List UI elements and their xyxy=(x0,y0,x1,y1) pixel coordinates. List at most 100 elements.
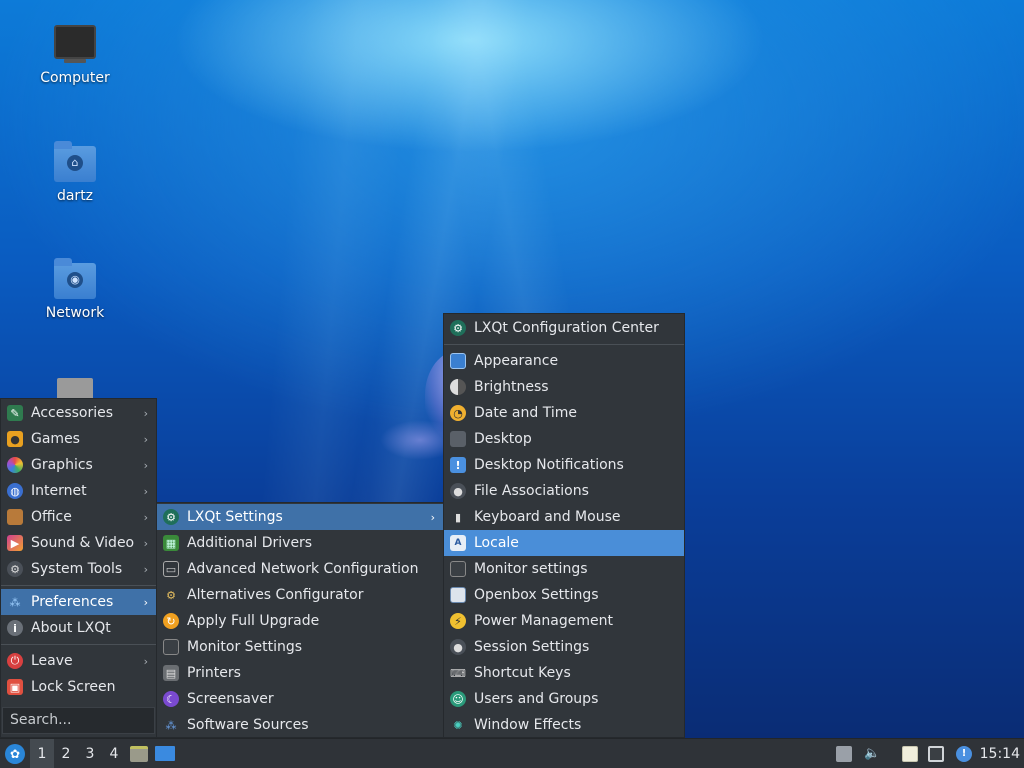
menu-item-leave[interactable]: ⏻ Leave › xyxy=(1,648,156,674)
menu-item-desktop[interactable]: Desktop xyxy=(444,426,684,452)
clock[interactable]: 15:14 xyxy=(980,739,1020,768)
network-folder-icon: ◉ xyxy=(54,258,96,299)
menu-item-monitor-settings-lxqt[interactable]: Monitor settings xyxy=(444,556,684,582)
menu-item-config-center[interactable]: ⚙ LXQt Configuration Center xyxy=(444,315,684,341)
appearance-icon xyxy=(450,353,466,369)
accessories-icon: ✎ xyxy=(7,405,23,421)
menu-item-label: About LXQt xyxy=(31,620,111,636)
menu-item-about[interactable]: i About LXQt xyxy=(1,615,156,641)
menu-item-label: LXQt Configuration Center xyxy=(474,320,659,336)
menu-item-office[interactable]: Office › xyxy=(1,504,156,530)
menu-item-label: Printers xyxy=(187,665,241,681)
menu-item-label: Window Effects xyxy=(474,717,582,733)
menu-item-label: Apply Full Upgrade xyxy=(187,613,320,629)
chevron-right-icon: › xyxy=(143,510,148,524)
menu-item-label: Internet xyxy=(31,483,87,499)
clock-icon: ◔ xyxy=(450,405,466,421)
menu-item-session-settings[interactable]: ● Session Settings xyxy=(444,634,684,660)
menu-item-system-tools[interactable]: ⚙ System Tools › xyxy=(1,556,156,582)
desktop-switch-3[interactable]: 3 xyxy=(78,739,102,768)
menu-item-graphics[interactable]: Graphics › xyxy=(1,452,156,478)
menu-item-games[interactable]: ● Games › xyxy=(1,426,156,452)
menu-item-screensaver[interactable]: ☾ Screensaver xyxy=(157,686,443,712)
menu-item-label: Openbox Settings xyxy=(474,587,599,603)
chevron-right-icon: › xyxy=(143,654,148,668)
menu-item-printers[interactable]: ▤ Printers xyxy=(157,660,443,686)
menu-item-label: LXQt Settings xyxy=(187,509,283,525)
update-notifier-icon[interactable]: ! xyxy=(956,746,972,762)
desktop-icon-home[interactable]: ⌂ dartz xyxy=(25,141,125,204)
menu-item-label: Monitor Settings xyxy=(187,639,303,655)
menu-item-label: Sound & Video xyxy=(31,535,135,551)
menu-item-label: Graphics xyxy=(31,457,93,473)
menu-item-advanced-network[interactable]: ▭ Advanced Network Configuration xyxy=(157,556,443,582)
menu-item-openbox-settings[interactable]: Openbox Settings xyxy=(444,582,684,608)
menu-item-alternatives[interactable]: ⚙ Alternatives Configurator xyxy=(157,582,443,608)
menu-item-label: Accessories xyxy=(31,405,114,421)
desktop-icon xyxy=(450,431,466,447)
alternatives-icon: ⚙ xyxy=(166,588,176,602)
menu-item-lxqt-settings[interactable]: ⚙ LXQt Settings › xyxy=(157,504,443,530)
menu-item-lock-screen[interactable]: ▣ Lock Screen xyxy=(1,674,156,700)
menu-item-label: Desktop Notifications xyxy=(474,457,624,473)
config-center-icon: ⚙ xyxy=(450,320,466,336)
menu-item-desktop-notifications[interactable]: ! Desktop Notifications xyxy=(444,452,684,478)
upgrade-icon: ↻ xyxy=(163,613,179,629)
power-icon: ⏻ xyxy=(7,653,23,669)
menu-item-preferences[interactable]: ⁂ Preferences › xyxy=(1,589,156,615)
desktop-icon-network[interactable]: ◉ Network xyxy=(25,258,125,321)
preferences-submenu: ⚙ LXQt Settings › ▦ Additional Drivers ▭… xyxy=(156,502,444,738)
menu-item-monitor-settings[interactable]: Monitor Settings xyxy=(157,634,443,660)
desktop-switch-1[interactable]: 1 xyxy=(30,738,54,768)
sound-video-icon: ▶ xyxy=(7,535,23,551)
chevron-right-icon: › xyxy=(143,458,148,472)
power-management-icon: ⚡ xyxy=(450,613,466,629)
menu-item-window-effects[interactable]: ✺ Window Effects xyxy=(444,712,684,738)
menu-item-appearance[interactable]: Appearance xyxy=(444,348,684,374)
network-icon[interactable] xyxy=(928,746,944,762)
show-desktop-button[interactable] xyxy=(152,739,178,768)
menu-item-label: Monitor settings xyxy=(474,561,588,577)
keyboard-icon: ⌨ xyxy=(450,666,466,680)
menu-item-label: Leave xyxy=(31,653,73,669)
window-effects-icon: ✺ xyxy=(453,718,463,732)
menu-item-label: Users and Groups xyxy=(474,691,599,707)
menu-item-label: Screensaver xyxy=(187,691,274,707)
computer-icon xyxy=(54,25,96,63)
menu-item-additional-drivers[interactable]: ▦ Additional Drivers xyxy=(157,530,443,556)
menu-item-accessories[interactable]: ✎ Accessories › xyxy=(1,400,156,426)
desktop-switch-2[interactable]: 2 xyxy=(54,739,78,768)
menu-item-date-time[interactable]: ◔ Date and Time xyxy=(444,400,684,426)
menu-item-locale[interactable]: A Locale xyxy=(444,530,684,556)
menu-item-keyboard-mouse[interactable]: ▮ Keyboard and Mouse xyxy=(444,504,684,530)
menu-search-input[interactable]: Search... xyxy=(2,707,155,734)
volume-icon[interactable]: 🔈 xyxy=(864,746,880,762)
menu-item-label: Software Sources xyxy=(187,717,309,733)
file-manager-launcher[interactable] xyxy=(126,739,152,768)
menu-item-file-associations[interactable]: ● File Associations xyxy=(444,478,684,504)
eject-icon[interactable] xyxy=(836,746,852,762)
monitor-icon xyxy=(163,639,179,655)
menu-item-apply-upgrade[interactable]: ↻ Apply Full Upgrade xyxy=(157,608,443,634)
menu-item-power-management[interactable]: ⚡ Power Management xyxy=(444,608,684,634)
menu-item-software-sources[interactable]: ⁂ Software Sources xyxy=(157,712,443,738)
desktop-icon-computer[interactable]: Computer xyxy=(25,25,125,86)
desktop-icon-trash[interactable] xyxy=(25,378,125,398)
home-folder-icon: ⌂ xyxy=(54,141,96,182)
menu-item-label: File Associations xyxy=(474,483,589,499)
start-menu-button[interactable]: ✿ xyxy=(0,739,30,768)
openbox-icon xyxy=(450,587,466,603)
menu-item-users-groups[interactable]: ☺ Users and Groups xyxy=(444,686,684,712)
menu-item-brightness[interactable]: Brightness xyxy=(444,374,684,400)
desktop-switch-4[interactable]: 4 xyxy=(102,739,126,768)
menu-item-label: Alternatives Configurator xyxy=(187,587,364,603)
menu-item-shortcut-keys[interactable]: ⌨ Shortcut Keys xyxy=(444,660,684,686)
clipboard-icon[interactable] xyxy=(902,746,918,762)
session-icon: ● xyxy=(450,639,466,655)
office-icon xyxy=(7,509,23,525)
file-associations-icon: ● xyxy=(450,483,466,499)
menu-item-sound-video[interactable]: ▶ Sound & Video › xyxy=(1,530,156,556)
menu-item-internet[interactable]: ◍ Internet › xyxy=(1,478,156,504)
screensaver-icon: ☾ xyxy=(163,691,179,707)
chevron-right-icon: › xyxy=(143,562,148,576)
